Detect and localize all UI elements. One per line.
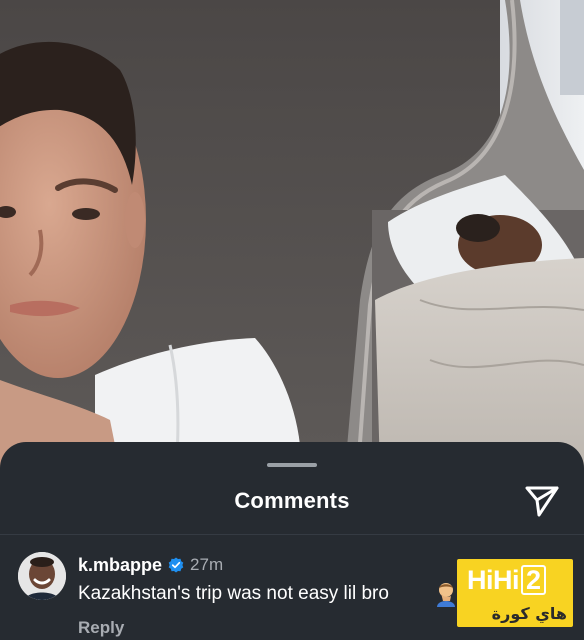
- avatar[interactable]: [18, 552, 66, 600]
- selfie-illustration: [0, 0, 584, 470]
- verified-badge-icon: [168, 557, 184, 573]
- comment-timestamp: 27m: [190, 555, 224, 574]
- username[interactable]: k.mbappe: [78, 555, 162, 576]
- comment-text: Kazakhstan's trip was not easy lil bro: [78, 583, 389, 604]
- comment-header: k.mbappe 27m: [78, 554, 223, 576]
- comments-title: Comments: [234, 488, 350, 513]
- instagram-story-screen: Comments k.mbappe 27m Kazakhstan's trip …: [0, 0, 584, 640]
- send-paper-plane-icon[interactable]: [524, 484, 560, 518]
- reply-button[interactable]: Reply: [78, 618, 124, 638]
- drag-handle[interactable]: [267, 463, 317, 467]
- watermark-latin-text: HiHi: [467, 565, 520, 595]
- story-photo: [0, 0, 584, 470]
- man-facepalming-emoji-icon: [435, 581, 457, 607]
- sheet-divider: [0, 534, 584, 535]
- watermark-arabic: هاي كورة: [491, 604, 567, 623]
- watermark-number: 2: [521, 565, 546, 595]
- hihi2-watermark-logo: HiHi 2 هاي كورة: [457, 559, 573, 627]
- watermark-latin: HiHi 2: [467, 565, 546, 596]
